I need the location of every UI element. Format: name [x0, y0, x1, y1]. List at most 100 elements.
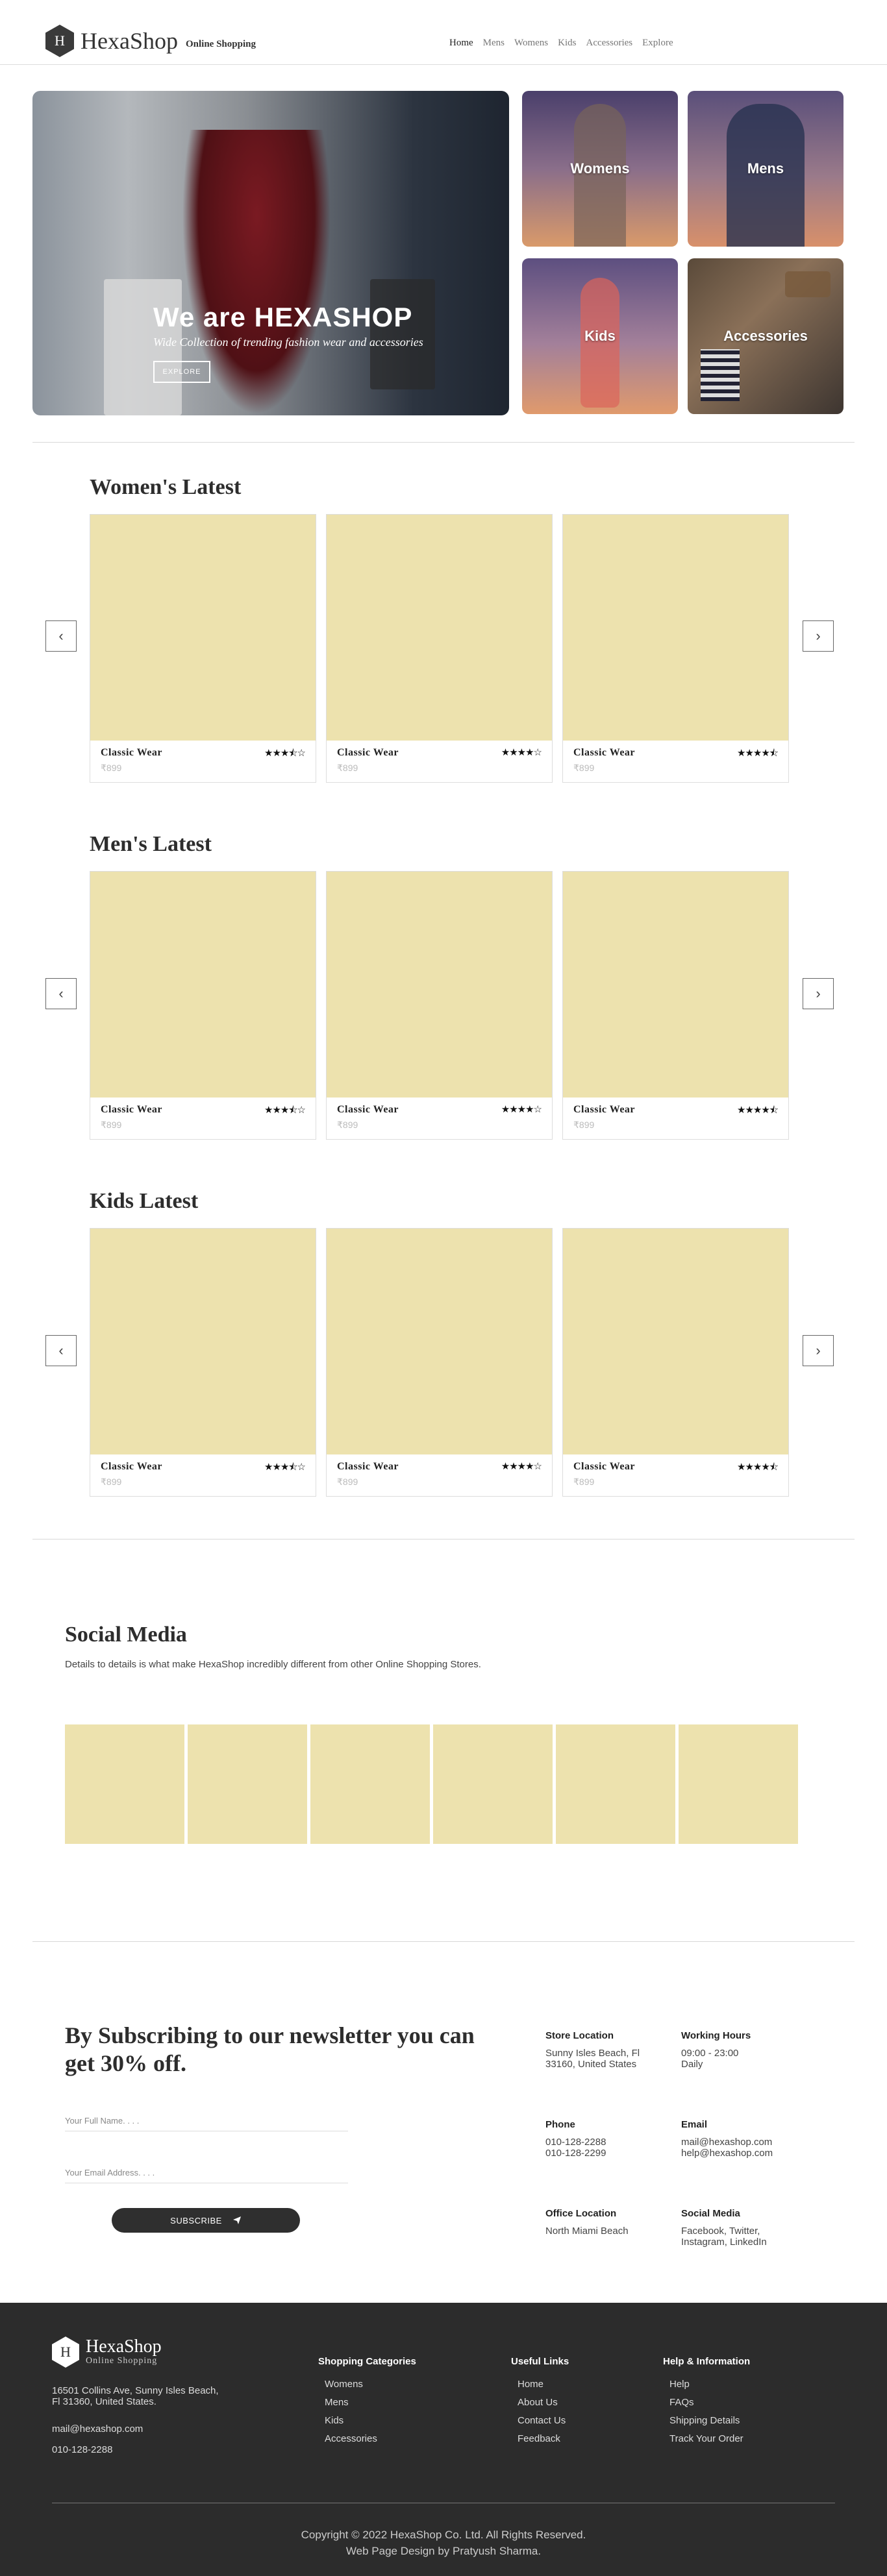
- explore-button[interactable]: EXPLORE: [153, 361, 210, 383]
- credit-text: Web Page Design by Pratyush Sharma.: [345, 2545, 542, 2557]
- category-tile-mens[interactable]: Mens: [688, 91, 843, 247]
- category-tile-kids[interactable]: Kids: [522, 258, 678, 414]
- footer-link-kids[interactable]: Kids: [325, 2415, 416, 2426]
- social-media-image[interactable]: [679, 1724, 798, 1844]
- mens-prev-arrow-icon[interactable]: ‹: [45, 978, 77, 1009]
- footer-useful-links: Useful Links Home About Us Contact Us Fe…: [511, 2356, 569, 2451]
- hero-title: We are HEXASHOP: [153, 302, 413, 332]
- info-line: Instagram, LinkedIn: [681, 2237, 767, 2248]
- product-price: ₹899: [101, 1120, 122, 1130]
- product-card[interactable]: Classic Wear ★★★⯪☆ ₹899: [90, 871, 316, 1140]
- social-media-image[interactable]: [556, 1724, 675, 1844]
- rating-stars-icon: ★★★★☆: [501, 1104, 542, 1115]
- product-image: [563, 1229, 788, 1454]
- category-tile-accessories[interactable]: Accessories: [688, 258, 843, 414]
- footer-link-home[interactable]: Home: [518, 2379, 569, 2390]
- info-line: Sunny Isles Beach, Fl: [545, 2048, 640, 2059]
- product-card[interactable]: Classic Wear ★★★⯪☆ ₹899: [90, 1228, 316, 1497]
- kids-next-arrow-icon[interactable]: ›: [803, 1335, 834, 1366]
- product-image: [90, 1229, 316, 1454]
- mens-next-arrow-icon[interactable]: ›: [803, 978, 834, 1009]
- product-price: ₹899: [101, 1477, 122, 1487]
- social-media-image[interactable]: [65, 1724, 184, 1844]
- womens-next-arrow-icon[interactable]: ›: [803, 620, 834, 652]
- info-line[interactable]: mail@hexashop.com: [681, 2137, 811, 2148]
- footer-link-womens[interactable]: Womens: [325, 2379, 416, 2390]
- rating-stars-icon: ★★★⯪☆: [264, 1462, 306, 1473]
- product-image: [563, 872, 788, 1098]
- site-header: H HexaShop Online Shopping Home Mens Wom…: [0, 0, 887, 65]
- product-name: Classic Wear: [101, 1461, 163, 1472]
- footer-link-accessories[interactable]: Accessories: [325, 2433, 416, 2444]
- info-line: 010-128-2288: [545, 2137, 606, 2148]
- address-line: 16501 Collins Ave, Sunny Isles Beach,: [52, 2385, 219, 2396]
- full-name-field[interactable]: Your Full Name. . . .: [65, 2112, 348, 2131]
- subscribe-button[interactable]: SUBSCRIBE: [112, 2208, 300, 2233]
- brand-tagline: Online Shopping: [185, 38, 256, 49]
- info-heading: Email: [681, 2119, 708, 2130]
- product-card[interactable]: Classic Wear ★★★★☆ ₹899: [326, 514, 553, 783]
- product-name: Classic Wear: [573, 1461, 636, 1472]
- product-card[interactable]: Classic Wear ★★★★⯪ ₹899: [562, 871, 789, 1140]
- footer-link-track-order[interactable]: Track Your Order: [669, 2433, 750, 2444]
- info-line: 33160, United States: [545, 2059, 637, 2070]
- logo[interactable]: H HexaShop Online Shopping: [45, 25, 256, 57]
- info-line: 010-128-2299: [545, 2148, 606, 2159]
- info-line[interactable]: help@hexashop.com: [681, 2148, 811, 2159]
- womens-prev-arrow-icon[interactable]: ‹: [45, 620, 77, 652]
- footer-link-feedback[interactable]: Feedback: [518, 2433, 569, 2444]
- logo-letter: H: [60, 2344, 71, 2360]
- hero-subtitle: Wide Collection of trending fashion wear…: [153, 336, 423, 349]
- nav-accessories[interactable]: Accessories: [586, 38, 632, 49]
- footer-phone: 010-128-2288: [52, 2444, 113, 2455]
- footer-link-contact[interactable]: Contact Us: [518, 2415, 569, 2426]
- accessories-image: [785, 271, 831, 297]
- product-name: Classic Wear: [101, 747, 163, 758]
- logo-letter: H: [55, 32, 65, 49]
- address-line: Fl 31360, United States.: [52, 2396, 156, 2407]
- social-media-image[interactable]: [188, 1724, 307, 1844]
- nav-home[interactable]: Home: [449, 38, 473, 49]
- product-card[interactable]: Classic Wear ★★★★☆ ₹899: [326, 1228, 553, 1497]
- social-media-image[interactable]: [310, 1724, 430, 1844]
- paper-plane-icon: [232, 2216, 241, 2224]
- store-location-info: Store Location Sunny Isles Beach, Fl 331…: [545, 2030, 675, 2070]
- office-location-info: Office Location North Miami Beach: [545, 2208, 675, 2237]
- category-label: Kids: [584, 328, 616, 344]
- product-card[interactable]: Classic Wear ★★★★⯪ ₹899: [562, 1228, 789, 1497]
- info-heading: Phone: [545, 2119, 575, 2130]
- footer-link-shipping[interactable]: Shipping Details: [669, 2415, 750, 2426]
- kids-prev-arrow-icon[interactable]: ‹: [45, 1335, 77, 1366]
- footer-link-mens[interactable]: Mens: [325, 2397, 416, 2408]
- product-price: ₹899: [337, 1477, 358, 1487]
- category-tile-womens[interactable]: Womens: [522, 91, 678, 247]
- footer-tagline: Online Shopping: [86, 2356, 158, 2366]
- category-label: Mens: [747, 160, 784, 177]
- footer-column-title: Useful Links: [511, 2356, 569, 2367]
- footer-link-faqs[interactable]: FAQs: [669, 2397, 750, 2408]
- product-card[interactable]: Classic Wear ★★★⯪☆ ₹899: [90, 514, 316, 783]
- nav-womens[interactable]: Womens: [514, 38, 548, 49]
- email-field[interactable]: Your Email Address. . . .: [65, 2164, 348, 2183]
- nav-kids[interactable]: Kids: [558, 38, 576, 49]
- social-media-image[interactable]: [433, 1724, 553, 1844]
- product-name: Classic Wear: [337, 747, 399, 758]
- footer-logo[interactable]: H HexaShop Online Shopping: [52, 2337, 162, 2368]
- rating-stars-icon: ★★★★⯪: [737, 1462, 779, 1473]
- product-price: ₹899: [101, 763, 122, 773]
- product-name: Classic Wear: [573, 747, 636, 758]
- footer-link-help[interactable]: Help: [669, 2379, 750, 2390]
- product-image: [327, 872, 552, 1098]
- product-name: Classic Wear: [337, 1461, 399, 1472]
- nav-explore[interactable]: Explore: [642, 38, 673, 49]
- footer-link-about[interactable]: About Us: [518, 2397, 569, 2408]
- product-image: [327, 515, 552, 741]
- product-name: Classic Wear: [337, 1104, 399, 1115]
- newsletter-title: By Subscribing to our newsletter you can…: [65, 2022, 475, 2076]
- info-line: North Miami Beach: [545, 2226, 629, 2237]
- footer-email[interactable]: mail@hexashop.com: [52, 2423, 143, 2435]
- product-card[interactable]: Classic Wear ★★★★☆ ₹899: [326, 871, 553, 1140]
- product-card[interactable]: Classic Wear ★★★★⯪ ₹899: [562, 514, 789, 783]
- nav-mens[interactable]: Mens: [483, 38, 505, 49]
- product-image: [90, 515, 316, 741]
